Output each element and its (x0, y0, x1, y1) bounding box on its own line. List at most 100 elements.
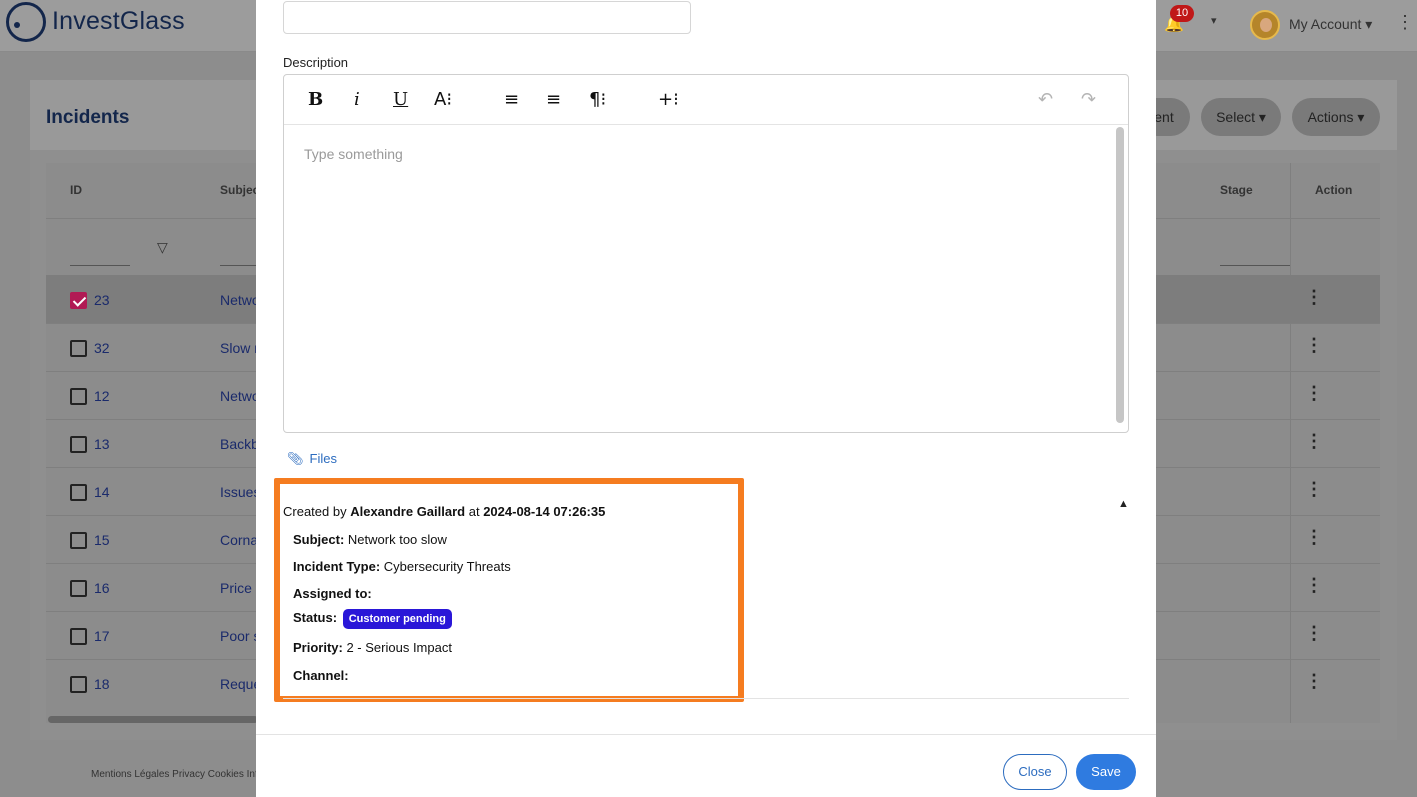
insert-icon[interactable]: +⁝ (658, 89, 679, 110)
description-editor[interactable]: B i U A⁝ ≡ ≡ ¶⁝ +⁝ ↶ ↷ Type something (283, 74, 1129, 433)
created-mid: at (468, 504, 480, 519)
close-button[interactable]: Close (1003, 754, 1067, 790)
row-id[interactable]: 17 (94, 628, 110, 644)
row-actions-icon[interactable]: ⋮ (1305, 575, 1323, 596)
align-left-icon[interactable]: ≡ (504, 89, 519, 110)
row-checkbox[interactable] (70, 532, 87, 549)
avatar-face (1260, 18, 1272, 32)
title-input[interactable] (283, 1, 691, 34)
account-menu[interactable]: My Account ▾ (1289, 16, 1372, 33)
row-actions-icon[interactable]: ⋮ (1305, 479, 1323, 500)
save-button[interactable]: Save (1076, 754, 1136, 790)
incident-type-label: Incident Type: (293, 559, 381, 574)
select-label: Select (1216, 109, 1255, 125)
row-actions-icon[interactable]: ⋮ (1305, 671, 1323, 692)
paragraph-icon[interactable]: ¶⁝ (589, 89, 606, 110)
row-id[interactable]: 13 (94, 436, 110, 452)
actions-button[interactable]: Actions ▾ (1292, 98, 1380, 136)
stage-filter-input[interactable] (1220, 265, 1290, 266)
brand-name[interactable]: InvestGlass (52, 7, 185, 36)
row-checkbox[interactable] (70, 436, 87, 453)
avatar[interactable] (1250, 10, 1280, 40)
created-line: Created by Alexandre Gaillard at 2024-08… (283, 504, 605, 519)
row-actions-icon[interactable]: ⋮ (1305, 431, 1323, 452)
description-label: Description (283, 55, 349, 70)
assigned-label: Assigned to: (293, 586, 372, 601)
files-label: Files (309, 451, 337, 466)
row-id[interactable]: 16 (94, 580, 110, 596)
filter-icon[interactable]: ▽ (157, 239, 168, 256)
channel-label: Channel: (293, 668, 349, 683)
row-checkbox[interactable] (70, 628, 87, 645)
row-checkbox[interactable] (70, 676, 87, 693)
logo-icon[interactable] (6, 2, 46, 42)
italic-icon[interactable]: i (354, 89, 360, 110)
created-by: Alexandre Gaillard (350, 504, 466, 519)
actions-label: Actions (1307, 109, 1354, 125)
row-subject[interactable]: Corna (220, 532, 258, 548)
row-checkbox[interactable] (70, 484, 87, 501)
priority-label: Priority: (293, 640, 343, 655)
subject-label: Subject: (293, 532, 345, 547)
row-checkbox[interactable] (70, 580, 87, 597)
detail-priority: Priority: 2 - Serious Impact (293, 640, 452, 655)
row-subject[interactable]: Poor s (220, 628, 260, 644)
row-id[interactable]: 12 (94, 388, 110, 404)
detail-incident-type: Incident Type: Cybersecurity Threats (293, 559, 511, 574)
font-size-icon[interactable]: A⁝ (434, 89, 452, 110)
detail-channel: Channel: (293, 668, 349, 683)
select-button[interactable]: Select ▾ (1201, 98, 1281, 136)
row-subject[interactable]: Issues (220, 484, 260, 500)
bold-icon[interactable]: B (308, 89, 323, 110)
editor-toolbar: B i U A⁝ ≡ ≡ ¶⁝ +⁝ ↶ ↷ (284, 75, 1128, 125)
row-id[interactable]: 15 (94, 532, 110, 548)
redo-icon[interactable]: ↷ (1081, 89, 1096, 110)
row-subject[interactable]: Backb (220, 436, 259, 452)
priority-value: 2 - Serious Impact (346, 640, 452, 655)
row-id[interactable]: 18 (94, 676, 110, 692)
align-center-icon[interactable]: ≡ (546, 89, 561, 110)
subject-value: Network too slow (347, 532, 447, 547)
underline-icon[interactable]: U (393, 89, 408, 110)
row-actions-icon[interactable]: ⋮ (1305, 287, 1323, 308)
files-link[interactable]: 📎︎ Files (287, 451, 337, 467)
column-header-id[interactable]: ID (70, 183, 82, 197)
details-divider (283, 698, 1129, 699)
row-id[interactable]: 23 (94, 292, 110, 308)
row-subject[interactable]: Netwo (220, 388, 260, 404)
collapse-caret-icon[interactable]: ▲ (1118, 498, 1129, 510)
account-label: My Account (1289, 16, 1362, 32)
detail-status: Status: Customer pending (293, 609, 452, 629)
row-subject[interactable]: Netwo (220, 292, 260, 308)
detail-subject: Subject: Network too slow (293, 532, 447, 547)
detail-assigned: Assigned to: (293, 586, 372, 601)
editor-placeholder: Type something (304, 146, 403, 162)
row-actions-icon[interactable]: ⋮ (1305, 623, 1323, 644)
row-actions-icon[interactable]: ⋮ (1305, 383, 1323, 404)
created-prefix: Created by (283, 504, 347, 519)
incident-type-value: Cybersecurity Threats (383, 559, 511, 574)
incident-details-box: Created by Alexandre Gaillard at 2024-08… (274, 478, 744, 702)
id-filter-input[interactable] (70, 265, 130, 266)
column-header-subject[interactable]: Subjec (220, 183, 259, 197)
horizontal-scrollbar[interactable] (48, 716, 258, 723)
row-actions-icon[interactable]: ⋮ (1305, 335, 1323, 356)
page-title: Incidents (46, 107, 130, 128)
editor-scrollbar[interactable] (1116, 127, 1124, 423)
column-header-stage[interactable]: Stage (1220, 183, 1253, 197)
row-checkbox[interactable] (70, 388, 87, 405)
created-at: 2024-08-14 07:26:35 (483, 504, 606, 519)
row-id[interactable]: 32 (94, 340, 110, 356)
kebab-icon[interactable]: ⋮ (1396, 12, 1414, 33)
logo-dot (14, 22, 20, 28)
subject-filter-input[interactable] (220, 265, 260, 266)
undo-icon[interactable]: ↶ (1038, 89, 1053, 110)
column-header-action: Action (1315, 183, 1353, 197)
row-actions-icon[interactable]: ⋮ (1305, 527, 1323, 548)
footer-links[interactable]: Mentions Légales Privacy Cookies Info (91, 769, 263, 780)
row-checkbox[interactable] (70, 340, 87, 357)
chevron-down-icon[interactable]: ▾ (1211, 14, 1217, 27)
row-checkbox[interactable] (70, 292, 87, 309)
row-id[interactable]: 14 (94, 484, 110, 500)
status-label: Status: (293, 610, 338, 625)
